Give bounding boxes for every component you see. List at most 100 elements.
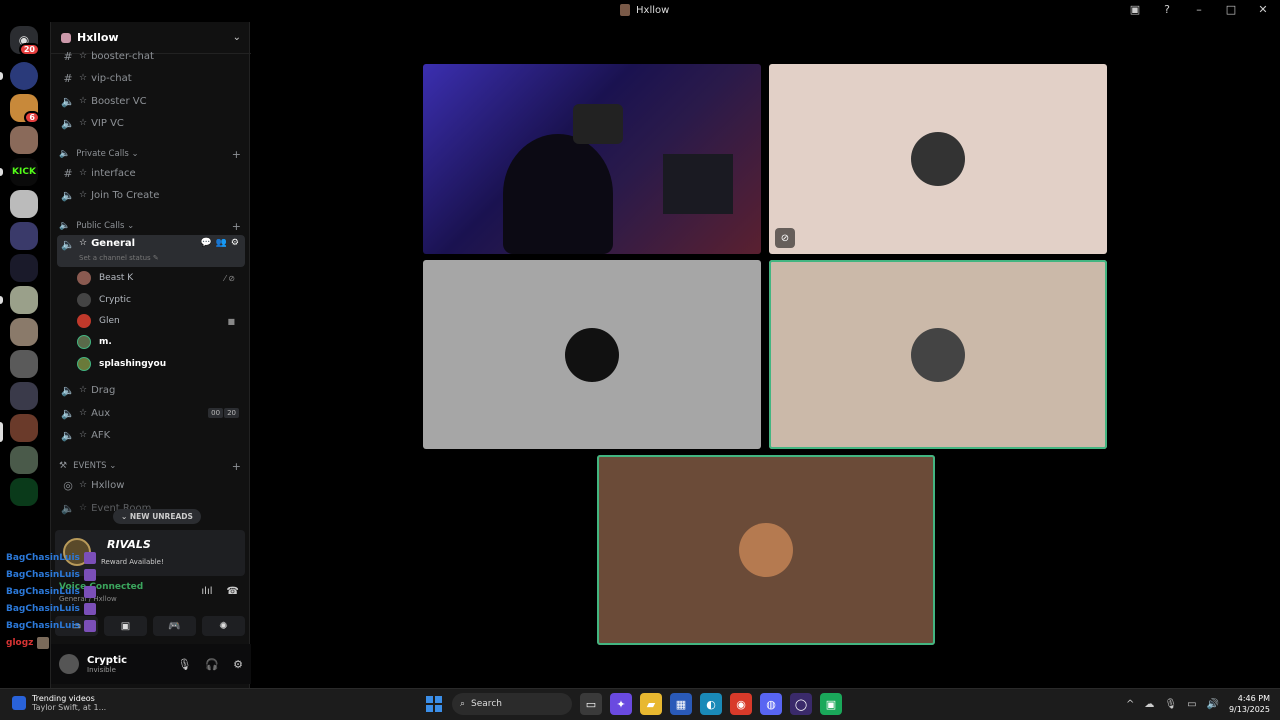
activity-button[interactable]: 🎮 [153, 616, 196, 636]
voice-member[interactable]: m. [77, 332, 241, 352]
category-private-calls[interactable]: 🔈 Private Calls ⌄ + [59, 146, 245, 162]
channel-hxllow-stage[interactable]: ◎ ☆ Hxllow [57, 475, 245, 495]
store-icon[interactable]: ▦ [670, 693, 692, 715]
speaker-icon: 🔈 [61, 238, 75, 251]
chevron-up-icon[interactable]: ^ [1126, 699, 1134, 710]
microphone-icon[interactable]: 🎙 [177, 658, 191, 671]
server-icon[interactable]: 6 [10, 94, 40, 124]
speaker-icon: 🔈 [61, 501, 75, 515]
headphones-icon[interactable]: 🎧 [205, 658, 219, 671]
server-icon[interactable] [10, 286, 38, 314]
unread-pill [0, 296, 3, 304]
gear-icon[interactable]: ⚙ [233, 658, 243, 671]
maximize-button[interactable]: □ [1224, 3, 1238, 16]
inbox-icon[interactable]: ▣ [1128, 3, 1142, 16]
channel-booster-chat[interactable]: # ☆ booster-chat [57, 46, 245, 66]
notification-badge: 6 [24, 111, 40, 124]
channel-booster-vc[interactable]: 🔈 ☆ Booster VC [57, 91, 245, 111]
server-icon[interactable] [10, 190, 38, 218]
channel-general[interactable]: 🔈 ☆ General 💬 👥 ⚙ [57, 235, 245, 267]
channel-join-to-create[interactable]: 🔈 ☆ Join To Create [57, 185, 245, 205]
app-icon[interactable]: ◯ [790, 693, 812, 715]
task-view-icon[interactable]: ▭ [580, 693, 602, 715]
server-icon[interactable] [10, 222, 38, 250]
server-icon[interactable] [10, 446, 38, 474]
app-icon[interactable]: ▣ [820, 693, 842, 715]
add-channel-button[interactable]: + [232, 220, 241, 233]
clock[interactable]: 4:46 PM 9/13/2025 [1229, 693, 1270, 715]
window-title: Hxllow [620, 4, 669, 16]
category-events[interactable]: ⚒ EVENTS ⌄ + [59, 458, 245, 474]
server-icon[interactable] [10, 382, 38, 410]
video-tile[interactable]: ⊘ [769, 64, 1107, 254]
overlay-chat: BagChasinLuis BagChasinLuis BagChasinLui… [6, 549, 126, 651]
chevron-down-icon: ⌄ [232, 32, 241, 43]
chat-icon[interactable]: 💬 [200, 238, 211, 248]
discord-home-icon[interactable]: ◉ 20 [10, 26, 40, 56]
soundboard-button[interactable]: ✺ [202, 616, 245, 636]
video-tile[interactable] [769, 260, 1107, 449]
cloud-icon[interactable]: ☁ [1144, 699, 1154, 710]
server-icon[interactable] [10, 414, 38, 442]
channel-vip-chat[interactable]: # ☆ vip-chat [57, 68, 245, 88]
search-box[interactable]: ⌕ Search [452, 693, 572, 715]
noise-suppression-icon[interactable]: ılıl [201, 586, 212, 597]
new-unreads-button[interactable]: ⌄ NEW UNREADS [113, 509, 201, 524]
invite-icon[interactable]: 👥 [216, 238, 227, 248]
close-button[interactable]: ✕ [1256, 3, 1270, 16]
server-icon[interactable] [10, 254, 38, 282]
unread-pill [0, 72, 3, 80]
chrome-icon[interactable]: ◉ [730, 693, 752, 715]
user-info: Cryptic Invisible [87, 654, 128, 674]
overlay-message: BagChasinLuis [6, 566, 126, 583]
channel-afk[interactable]: 🔈 ☆ AFK [57, 425, 245, 445]
avatar [911, 132, 965, 186]
edge-icon[interactable]: ◐ [700, 693, 722, 715]
add-channel-button[interactable]: + [232, 148, 241, 161]
channel-status-input[interactable]: Set a channel status ✎ [79, 254, 159, 262]
unread-pill [0, 168, 3, 176]
server-icon[interactable] [10, 318, 38, 346]
disconnect-icon[interactable]: ☎ [227, 586, 239, 597]
server-icon[interactable] [10, 126, 38, 154]
video-tile-stream[interactable] [423, 64, 761, 254]
category-public-calls[interactable]: 🔈 Public Calls ⌄ + [59, 218, 245, 234]
microphone-icon[interactable]: 🎙 [1164, 699, 1177, 710]
user-controls: 🎙 🎧 ⚙ [177, 658, 243, 671]
server-icon[interactable] [10, 478, 38, 506]
voice-member[interactable]: Glen ■ [77, 311, 241, 331]
kick-server-icon[interactable]: KICK [10, 158, 38, 186]
display-icon[interactable]: ▭ [1187, 699, 1196, 710]
video-tile[interactable] [597, 455, 935, 645]
avatar [77, 271, 91, 285]
channel-aux[interactable]: 🔈 ☆ Aux 00 20 [57, 403, 245, 423]
add-channel-button[interactable]: + [232, 460, 241, 473]
avatar [37, 636, 50, 649]
settings-icon[interactable]: ⚙ [231, 238, 239, 248]
copilot-icon[interactable]: ✦ [610, 693, 632, 715]
stage-icon: ◎ [63, 478, 73, 492]
server-icon[interactable] [10, 62, 38, 90]
overlay-message: glogz [6, 634, 126, 651]
avatar [83, 551, 96, 564]
speaker-icon: 🔈 [61, 406, 75, 420]
desk-shape [663, 154, 733, 214]
server-icon[interactable] [10, 350, 38, 378]
voice-member[interactable]: splashingyou [77, 354, 241, 374]
overlay-message: BagChasinLuis [6, 617, 126, 634]
minimize-button[interactable]: – [1192, 3, 1206, 16]
channel-interface[interactable]: # ☆ interface [57, 163, 245, 183]
avatar [77, 357, 91, 371]
discord-icon[interactable]: ◍ [760, 693, 782, 715]
file-explorer-icon[interactable]: ▰ [640, 693, 662, 715]
speaker-icon: 🔈 [59, 149, 71, 159]
windows-start-icon[interactable] [424, 694, 444, 714]
channel-vip-vc[interactable]: 🔈 ☆ VIP VC [57, 113, 245, 133]
voice-member[interactable]: Beast K ⁄ ⊘ [77, 268, 241, 288]
channel-drag[interactable]: 🔈 ☆ Drag [57, 380, 245, 400]
voice-member[interactable]: Cryptic [77, 290, 241, 310]
video-tile[interactable] [423, 260, 761, 449]
help-icon[interactable]: ? [1160, 3, 1174, 16]
volume-icon[interactable]: 🔊 [1207, 699, 1219, 710]
widgets-button[interactable]: Trending videos Taylor Swift, at 1... [12, 694, 106, 712]
